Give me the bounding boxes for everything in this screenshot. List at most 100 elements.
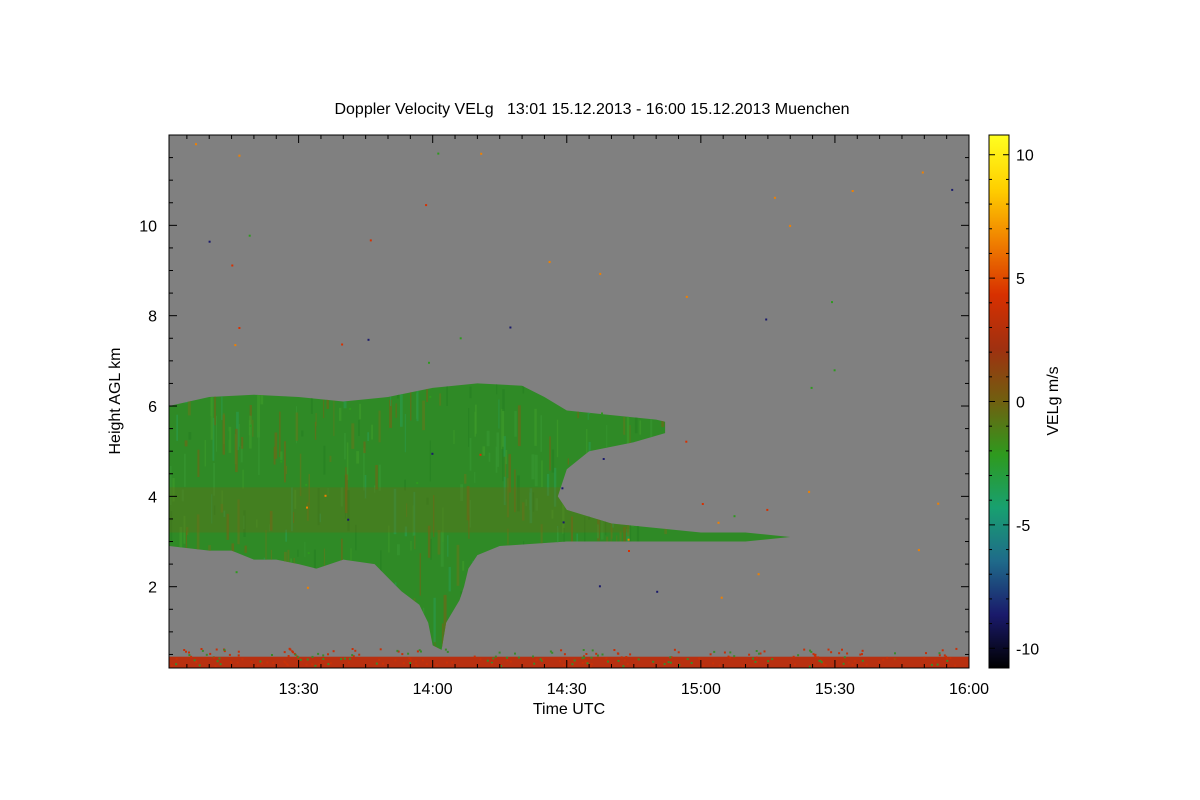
ground-speckle <box>702 664 705 667</box>
ground-speckle <box>560 649 563 652</box>
ground-speckle <box>755 656 758 659</box>
ground-speckle <box>853 660 856 663</box>
ground-speckle <box>847 661 850 664</box>
noise-speckle <box>509 326 512 329</box>
ground-speckle <box>446 650 449 653</box>
echo-streak <box>468 408 470 447</box>
ground-speckle <box>209 652 212 655</box>
ground-speckle <box>416 665 419 668</box>
ground-speckle <box>214 665 217 668</box>
noise-speckle <box>280 460 283 463</box>
echo-streak <box>414 533 416 550</box>
ground-speckle <box>946 659 949 662</box>
noise-speckle <box>416 482 419 484</box>
ground-speckle <box>396 649 399 652</box>
ground-speckle <box>709 653 712 656</box>
ground-speckle <box>219 663 222 666</box>
noise-speckle <box>548 261 551 263</box>
ground-speckle <box>936 663 939 666</box>
ground-speckle <box>767 660 770 663</box>
noise-speckle <box>628 550 630 552</box>
ground-speckle <box>637 658 640 661</box>
ground-speckle <box>669 656 672 659</box>
ground-speckle <box>201 649 204 652</box>
ground-speckle <box>846 652 849 655</box>
ground-speckle <box>673 648 676 651</box>
ground-speckle <box>272 661 275 664</box>
ground-speckle <box>283 651 286 654</box>
echo-streak <box>502 389 505 411</box>
ground-speckle <box>237 650 240 653</box>
ground-speckle <box>590 656 593 659</box>
colorbar-tick-label: 0 <box>1016 395 1025 412</box>
echo-streak <box>252 419 254 437</box>
echo-streak <box>297 549 299 557</box>
noise-speckle <box>248 234 251 237</box>
echo-streak <box>540 415 542 452</box>
ground-speckle <box>394 659 397 662</box>
ground-speckle <box>402 662 405 665</box>
ground-speckle <box>933 659 936 662</box>
ground-speckle <box>494 655 497 658</box>
noise-speckle <box>431 452 434 455</box>
noise-speckle <box>766 508 769 511</box>
noise-speckle <box>701 503 704 505</box>
ground-speckle <box>886 656 889 659</box>
noise-speckle <box>195 143 197 146</box>
noise-speckle <box>717 521 720 524</box>
noise-speckle <box>599 272 602 275</box>
ground-speckle <box>327 663 330 666</box>
ground-speckle <box>473 655 476 658</box>
echo-streak <box>258 431 260 475</box>
echo-streak <box>378 410 381 443</box>
noise-speckle <box>733 515 736 518</box>
ground-speckle <box>435 664 438 667</box>
x-axis-label: Time UTC <box>533 701 605 718</box>
ground-speckle <box>698 657 701 660</box>
echo-streak <box>498 399 500 429</box>
ground-speckle <box>601 653 604 656</box>
ground-speckle <box>188 654 191 657</box>
ground-speckle <box>617 659 620 662</box>
echo-streak <box>395 403 397 418</box>
ground-speckle <box>861 649 864 652</box>
echo-streak <box>549 436 551 471</box>
ground-speckle <box>591 649 594 652</box>
echo-streak <box>363 447 365 491</box>
ground-speckle <box>955 647 958 650</box>
ground-speckle <box>532 655 534 658</box>
ground-speckle <box>817 656 820 659</box>
noise-speckle <box>833 369 836 372</box>
noise-speckle <box>428 361 430 364</box>
echo-streak <box>176 414 178 441</box>
ground-speckle <box>332 650 335 653</box>
ground-speckle <box>535 658 538 661</box>
ground-speckle <box>414 660 417 663</box>
echo-streak <box>314 421 317 440</box>
ground-speckle <box>445 661 448 664</box>
noise-speckle <box>369 239 372 242</box>
ground-speckle <box>289 648 292 651</box>
echo-streak <box>495 446 498 473</box>
ground-speckle <box>626 663 629 665</box>
noise-speckle <box>429 395 432 398</box>
echo-streak <box>517 405 521 447</box>
echo-streak <box>284 441 286 483</box>
ground-speckle <box>652 660 655 663</box>
echo-streak <box>623 416 626 435</box>
ground-speckle <box>571 663 574 666</box>
y-axis-label: Height AGL km <box>107 347 124 454</box>
noise-speckle <box>757 573 760 576</box>
echo-streak <box>505 450 508 465</box>
noise-speckle <box>685 295 688 298</box>
ground-speckle <box>250 660 253 663</box>
noise-speckle <box>851 190 854 192</box>
ground-speckle <box>925 652 927 655</box>
echo-streak <box>567 458 569 465</box>
echo-streak <box>285 465 288 475</box>
echo-streak <box>210 395 214 440</box>
echo-streak <box>371 424 373 440</box>
noise-speckle <box>305 483 308 486</box>
ground-speckle <box>586 662 589 665</box>
noise-speckle <box>627 538 630 541</box>
